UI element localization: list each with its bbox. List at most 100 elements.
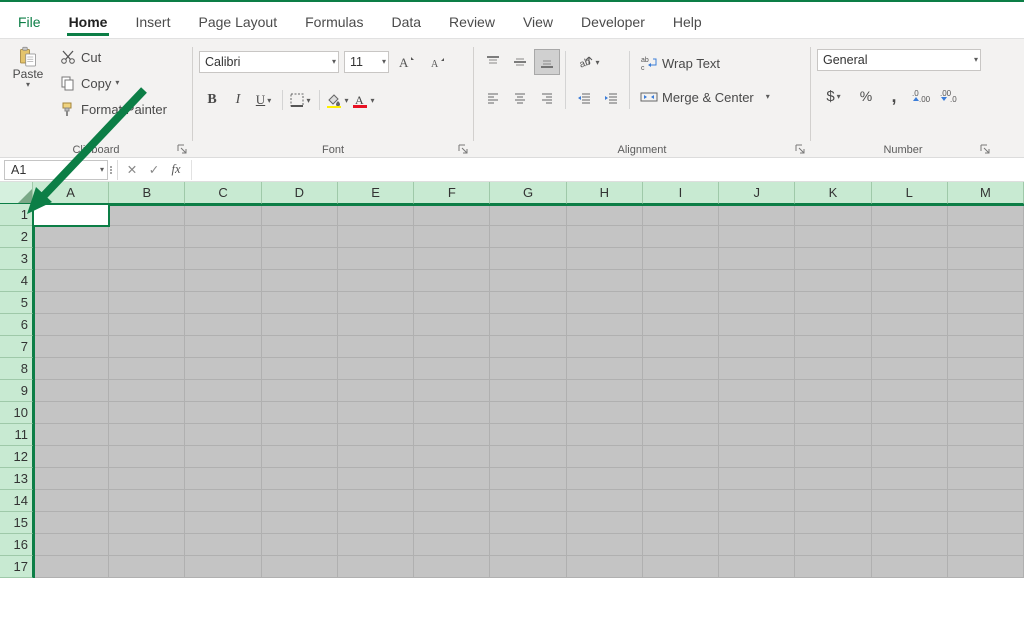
tab-insert[interactable]: Insert — [121, 9, 184, 38]
cell[interactable] — [643, 556, 719, 578]
align-right-button[interactable] — [534, 85, 560, 111]
cell[interactable] — [872, 556, 948, 578]
cell[interactable] — [109, 248, 185, 270]
cell[interactable] — [185, 380, 261, 402]
cell[interactable] — [643, 336, 719, 358]
cut-button[interactable]: Cut — [56, 45, 170, 69]
enter-formula-button[interactable]: ✓ — [143, 160, 165, 180]
cell[interactable] — [109, 424, 185, 446]
cell[interactable] — [338, 490, 414, 512]
cell[interactable] — [567, 512, 643, 534]
cell[interactable] — [109, 556, 185, 578]
fill-color-button[interactable]: ▾ — [325, 87, 351, 113]
cell[interactable] — [33, 270, 109, 292]
cell[interactable] — [795, 248, 871, 270]
cell[interactable] — [414, 226, 490, 248]
row-header[interactable]: 3 — [0, 248, 33, 270]
cell[interactable] — [872, 446, 948, 468]
cell[interactable] — [872, 380, 948, 402]
cell[interactable] — [719, 248, 795, 270]
row-header[interactable]: 11 — [0, 424, 33, 446]
tab-data[interactable]: Data — [377, 9, 435, 38]
cell[interactable] — [185, 204, 261, 226]
cell[interactable] — [33, 380, 109, 402]
decrease-decimal-button[interactable]: .00.0 — [937, 83, 963, 109]
cell[interactable] — [567, 402, 643, 424]
cell[interactable] — [33, 292, 109, 314]
cell[interactable] — [719, 292, 795, 314]
column-header[interactable]: C — [185, 182, 261, 204]
cell[interactable] — [262, 534, 338, 556]
cell[interactable] — [567, 292, 643, 314]
column-header[interactable]: J — [719, 182, 795, 204]
cell[interactable] — [414, 292, 490, 314]
cell[interactable] — [338, 336, 414, 358]
cell[interactable] — [414, 248, 490, 270]
cell[interactable] — [872, 534, 948, 556]
cell[interactable] — [109, 380, 185, 402]
cell[interactable] — [33, 424, 109, 446]
cell[interactable] — [33, 556, 109, 578]
cell[interactable] — [948, 402, 1024, 424]
cell[interactable] — [719, 468, 795, 490]
cell[interactable] — [795, 512, 871, 534]
cell[interactable] — [185, 468, 261, 490]
row-header[interactable]: 2 — [0, 226, 33, 248]
cell[interactable] — [414, 424, 490, 446]
cancel-formula-button[interactable]: ✕ — [121, 160, 143, 180]
cell[interactable] — [33, 512, 109, 534]
cell[interactable] — [262, 336, 338, 358]
column-header[interactable]: F — [414, 182, 490, 204]
cell[interactable] — [338, 204, 414, 226]
cell[interactable] — [567, 490, 643, 512]
column-header[interactable]: H — [567, 182, 643, 204]
cell[interactable] — [490, 424, 566, 446]
cell[interactable] — [948, 292, 1024, 314]
row-header[interactable]: 9 — [0, 380, 33, 402]
cell[interactable] — [338, 556, 414, 578]
cell[interactable] — [948, 248, 1024, 270]
align-top-button[interactable] — [480, 49, 506, 75]
decrease-font-button[interactable]: A — [425, 49, 451, 75]
align-middle-button[interactable] — [507, 49, 533, 75]
cell[interactable] — [567, 226, 643, 248]
cell[interactable] — [567, 468, 643, 490]
cell[interactable] — [567, 270, 643, 292]
cell[interactable] — [948, 358, 1024, 380]
cell[interactable] — [33, 204, 109, 226]
row-header[interactable]: 16 — [0, 534, 33, 556]
cell[interactable] — [185, 336, 261, 358]
row-header[interactable]: 10 — [0, 402, 33, 424]
cell[interactable] — [948, 204, 1024, 226]
cell[interactable] — [490, 468, 566, 490]
cell[interactable] — [33, 402, 109, 424]
tab-developer[interactable]: Developer — [567, 9, 659, 38]
cell[interactable] — [414, 358, 490, 380]
tab-page-layout[interactable]: Page Layout — [184, 9, 291, 38]
cell[interactable] — [338, 314, 414, 336]
cell[interactable] — [872, 336, 948, 358]
increase-font-button[interactable]: A — [394, 49, 420, 75]
cell[interactable] — [33, 358, 109, 380]
cell[interactable] — [719, 556, 795, 578]
cell[interactable] — [643, 380, 719, 402]
column-header[interactable]: A — [33, 182, 109, 204]
cell[interactable] — [262, 490, 338, 512]
column-header[interactable]: K — [795, 182, 871, 204]
cell[interactable] — [414, 468, 490, 490]
cell[interactable] — [109, 402, 185, 424]
cell[interactable] — [795, 490, 871, 512]
cell[interactable] — [719, 226, 795, 248]
cell[interactable] — [795, 270, 871, 292]
cell[interactable] — [338, 468, 414, 490]
column-header[interactable]: I — [643, 182, 719, 204]
cell[interactable] — [719, 358, 795, 380]
cell[interactable] — [719, 402, 795, 424]
cell[interactable] — [643, 248, 719, 270]
paste-button[interactable]: Paste ▾ — [6, 45, 50, 121]
cell[interactable] — [719, 490, 795, 512]
select-all-button[interactable] — [0, 182, 33, 204]
tab-file[interactable]: File — [4, 9, 55, 38]
font-name-select[interactable]: Calibri▾ — [199, 51, 339, 73]
copy-button[interactable]: Copy ▾ — [56, 71, 170, 95]
